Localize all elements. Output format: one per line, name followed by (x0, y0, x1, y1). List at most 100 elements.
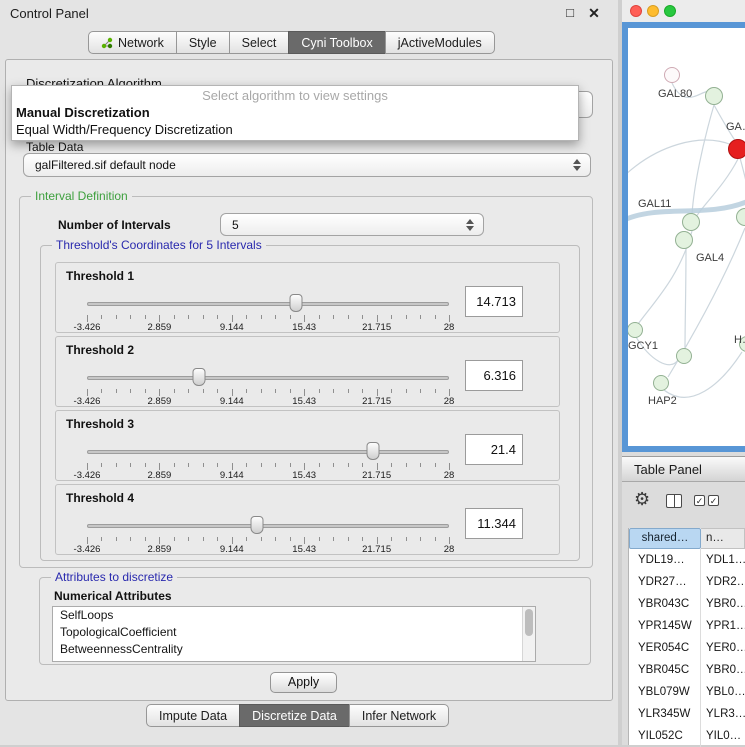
num-intervals-value: 5 (221, 218, 465, 232)
tab-label: jActiveModules (398, 36, 482, 50)
threshold-value-field[interactable]: 11.344 (465, 508, 523, 539)
scale-label: 21.715 (362, 470, 391, 481)
slider-scale-labels: -3.4262.8599.14415.4321.71528 (87, 396, 449, 407)
tab-network[interactable]: Network (88, 31, 177, 54)
network-node-label: GAL4 (696, 252, 724, 264)
scale-label: -3.426 (74, 322, 101, 333)
network-node-label: GA… (726, 121, 745, 133)
table-row[interactable]: YPR145WYPR1… (629, 615, 745, 637)
table-panel-header: Table Panel (622, 456, 745, 482)
column-header-shared-name[interactable]: shared… (629, 528, 701, 549)
scale-label: 28 (444, 470, 455, 481)
float-window-icon[interactable]: □ (562, 5, 578, 20)
dropdown-item[interactable]: Equal Width/Frequency Discretization (12, 121, 578, 138)
network-node[interactable] (664, 67, 680, 83)
numerical-attributes-list[interactable]: SelfLoopsTopologicalCoefficientBetweenne… (52, 606, 536, 662)
table-row[interactable]: YDR27…YDR2… (629, 571, 745, 593)
cyni-toolbox-panel: Discretization Algorithm Select algorith… (5, 59, 613, 701)
table-header-row: shared… n… (629, 528, 745, 549)
table-row[interactable]: YBR045CYBR0… (629, 659, 745, 681)
scrollbar-thumb[interactable] (525, 609, 533, 636)
list-scrollbar[interactable] (522, 607, 535, 661)
threshold-slider[interactable]: -3.4262.8599.14415.4321.71528 (87, 515, 449, 553)
num-intervals-combobox[interactable]: 5 (220, 213, 484, 236)
threshold-value-field[interactable]: 21.4 (465, 434, 523, 465)
threshold-slider[interactable]: -3.4262.8599.14415.4321.71528 (87, 367, 449, 405)
table-row[interactable]: YER054CYER0… (629, 637, 745, 659)
network-node[interactable] (676, 348, 692, 364)
tab-select[interactable]: Select (229, 31, 290, 54)
algorithm-dropdown-list: Manual DiscretizationEqual Width/Frequen… (12, 104, 578, 138)
network-canvas[interactable]: GAL80GA…GAL11GAL4GCY1H…HAP2 (628, 28, 745, 446)
attribute-list-item[interactable]: BetweennessCentrality (53, 641, 535, 658)
scale-label: 15.43 (292, 470, 316, 481)
mac-close-button[interactable] (630, 5, 642, 17)
checkbox-icon[interactable]: ✓ (708, 495, 719, 506)
network-node[interactable] (653, 375, 669, 391)
table-toolbar: ⚙ ✓ ✓ (622, 488, 745, 516)
threshold-value-field[interactable]: 6.316 (465, 360, 523, 391)
table-body: YDL19…YDL1…YDR27…YDR2…YBR043CYBR0…YPR145… (629, 549, 745, 747)
scale-label: 21.715 (362, 396, 391, 407)
slider-track[interactable] (87, 450, 449, 454)
network-node[interactable] (728, 139, 745, 159)
tab-jactivemodules[interactable]: jActiveModules (385, 31, 495, 54)
scale-label: 28 (444, 322, 455, 333)
attribute-list-item[interactable]: SelfLoops (53, 607, 535, 624)
scale-label: 28 (444, 396, 455, 407)
control-panel-titlebar: Control Panel □ ✕ (0, 0, 618, 26)
slider-scale-labels: -3.4262.8599.14415.4321.71528 (87, 322, 449, 333)
thresholds-group: Threshold's Coordinates for 5 Intervals … (40, 245, 580, 561)
network-view-frame: GAL80GA…GAL11GAL4GCY1H…HAP2 (622, 22, 745, 452)
slider-track[interactable] (87, 524, 449, 528)
slider-track[interactable] (87, 302, 449, 306)
table-row[interactable]: YDL19…YDL1… (629, 549, 745, 571)
mac-minimize-button[interactable] (647, 5, 659, 17)
algorithm-dropdown-popup: Select algorithm to view settings Manual… (11, 85, 579, 141)
threshold-block: Threshold 2 -3.4262.8599.14415.4321.7152… (55, 336, 560, 407)
threshold-slider[interactable]: -3.4262.8599.14415.4321.71528 (87, 293, 449, 331)
slider-thumb[interactable] (193, 368, 206, 386)
table-row[interactable]: YLR345WYLR3… (629, 703, 745, 725)
close-window-icon[interactable]: ✕ (586, 5, 602, 22)
threshold-block: Threshold 3 -3.4262.8599.14415.4321.7152… (55, 410, 560, 481)
tab-impute-data[interactable]: Impute Data (146, 704, 240, 727)
threshold-slider[interactable]: -3.4262.8599.14415.4321.71528 (87, 441, 449, 479)
right-panel: GAL80GA…GAL11GAL4GCY1H…HAP2 Table Panel … (622, 0, 745, 745)
threshold-value-field[interactable]: 14.713 (465, 286, 523, 317)
slider-thumb[interactable] (289, 294, 302, 312)
bottom-tab-bar: Impute Data Discretize Data Infer Networ… (146, 704, 449, 727)
attribute-list-item[interactable]: TopologicalCoefficient (53, 624, 535, 641)
network-window-titlebar (622, 0, 745, 22)
dropdown-item[interactable]: Manual Discretization (12, 104, 578, 121)
slider-track[interactable] (87, 376, 449, 380)
columns-icon[interactable] (666, 494, 682, 508)
tab-infer-network[interactable]: Infer Network (349, 704, 449, 727)
table-data-combobox[interactable]: galFiltered.sif default node (23, 153, 591, 177)
scale-label: 2.859 (148, 470, 172, 481)
attributes-group-title: Attributes to discretize (51, 570, 177, 584)
slider-thumb[interactable] (251, 516, 264, 534)
numerical-attributes-label: Numerical Attributes (54, 589, 172, 603)
threshold-block: Threshold 4 -3.4262.8599.14415.4321.7152… (55, 484, 560, 555)
network-node[interactable] (682, 213, 700, 231)
table-row[interactable]: YIL052CYIL0… (629, 725, 745, 747)
network-node[interactable] (675, 231, 693, 249)
apply-button[interactable]: Apply (270, 672, 337, 693)
table-row[interactable]: YBL079WYBL0… (629, 681, 745, 703)
threshold-label: Threshold 4 (66, 491, 134, 505)
checkbox-icon[interactable]: ✓ (694, 495, 705, 506)
tab-label: Network (118, 36, 164, 50)
tab-discretize-data[interactable]: Discretize Data (239, 704, 350, 727)
slider-thumb[interactable] (366, 442, 379, 460)
network-node[interactable] (705, 87, 723, 105)
scale-label: -3.426 (74, 396, 101, 407)
tab-label: Discretize Data (252, 709, 337, 723)
column-header-name[interactable]: n… (701, 528, 745, 549)
tab-cyni-toolbox[interactable]: Cyni Toolbox (288, 31, 385, 54)
mac-zoom-button[interactable] (664, 5, 676, 17)
scale-label: 9.144 (220, 396, 244, 407)
tab-style[interactable]: Style (176, 31, 230, 54)
table-row[interactable]: YBR043CYBR0… (629, 593, 745, 615)
gear-icon[interactable]: ⚙ (634, 489, 650, 510)
